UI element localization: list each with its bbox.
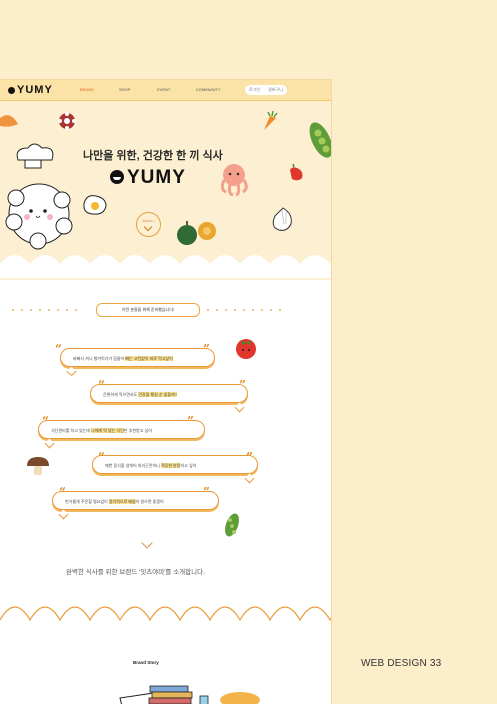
bubble-text: 간편하게 먹으면서도 bbox=[103, 392, 139, 397]
speech-bubble-1: 바빠서 끼니 챙겨먹기가 힘들어 빠는 고민없이 바로 먹고싶어 bbox=[60, 348, 215, 367]
section-scallop-divider bbox=[0, 606, 331, 622]
bubble-highlight: 나에게 딱 맞는 식단 bbox=[91, 428, 124, 433]
pepper-icon bbox=[290, 163, 303, 181]
close-quote-icon: ” bbox=[203, 342, 210, 356]
bubble-text: 바빠서 끼니 챙겨먹기가 힘들어 bbox=[73, 356, 126, 361]
open-quote-icon: “ bbox=[98, 378, 105, 392]
dotted-line-right bbox=[207, 309, 281, 311]
section-title: 이런 분들을 위해 준비했습니다! bbox=[96, 303, 200, 317]
dotted-line-left bbox=[12, 309, 77, 311]
carrot-icon bbox=[264, 110, 278, 130]
page-footer-label: WEB DESIGN 33 bbox=[361, 658, 442, 669]
bubble-tail bbox=[234, 402, 245, 413]
bubble-tail bbox=[66, 366, 77, 377]
bubble-highlight: 빠는 고민없이 바로 먹고싶어 bbox=[125, 356, 173, 361]
egg-icon bbox=[83, 195, 107, 215]
pea-pod-icon bbox=[309, 122, 331, 158]
brand-intro-text: 완벽한 식사를 위한 브랜드 '잇츠야미'를 소개합니다. bbox=[66, 569, 205, 576]
chevron-down-icon bbox=[141, 537, 153, 549]
hero-scallop-divider bbox=[0, 255, 331, 278]
bubble-highlight: 정기적으로 배송 bbox=[108, 499, 136, 504]
speech-bubble-4: 매번 음식을 냉게어 처리곤란하니 적당한 분량하고 싶어 bbox=[92, 455, 258, 474]
open-quote-icon: “ bbox=[59, 485, 66, 499]
open-quote-icon: “ bbox=[98, 450, 105, 464]
pea-pod-icon bbox=[225, 513, 239, 537]
close-quote-icon: ” bbox=[239, 378, 246, 392]
brand-story-heading: Brand Story bbox=[133, 660, 159, 665]
bubble-highlight: 건강을 챙길 순 없을까? bbox=[138, 392, 178, 397]
bubble-text: 식단관리를 하고 있는데 bbox=[51, 428, 92, 433]
tomato-icon bbox=[236, 339, 256, 359]
bubble-text: 하고 싶어 bbox=[180, 463, 197, 468]
bubble-text: 이 왔으면 좋겠어 bbox=[135, 499, 164, 504]
mushroom-icon bbox=[27, 457, 49, 475]
close-quote-icon: ” bbox=[187, 414, 194, 428]
octopus-icon bbox=[220, 164, 248, 197]
bubble-tail bbox=[58, 509, 69, 520]
speech-bubble-2: 간편하게 먹으면서도 건강을 챙길 순 없을까? bbox=[90, 384, 248, 403]
bubble-text: 매번 음식을 냉게어 처리곤란하니 bbox=[105, 463, 161, 468]
speech-bubble-5: 번거롭게 주문할 필요없이 정기적으로 배송이 왔으면 좋겠어 bbox=[52, 491, 219, 510]
bubble-highlight: 적당한 분량 bbox=[160, 463, 181, 468]
bubble-text: 번거롭게 주문할 필요없이 bbox=[65, 499, 109, 504]
chef-mascot-icon bbox=[5, 143, 73, 250]
open-quote-icon: “ bbox=[55, 342, 62, 356]
website-mockup: YUMY BRAND SHOP EVENT COMMUNITY 로그인 장바구니… bbox=[0, 80, 331, 704]
close-quote-icon: ” bbox=[246, 450, 253, 464]
pumpkin-icon bbox=[177, 221, 216, 245]
bubble-tail bbox=[244, 473, 255, 484]
speech-bubble-3: 식단관리를 하고 있는데 나에게 딱 맞는 식단만 추천받고 싶어 bbox=[38, 420, 205, 439]
shrimp-icon bbox=[0, 115, 18, 127]
open-quote-icon: “ bbox=[42, 414, 49, 428]
bubble-text: 만 추천받고 싶어 bbox=[123, 428, 152, 433]
close-quote-icon: ” bbox=[203, 485, 210, 499]
flower-vegetable-icon bbox=[58, 112, 76, 130]
bubble-tail bbox=[44, 438, 55, 449]
garlic-icon bbox=[272, 207, 292, 231]
brand-story-illustration bbox=[119, 685, 260, 704]
